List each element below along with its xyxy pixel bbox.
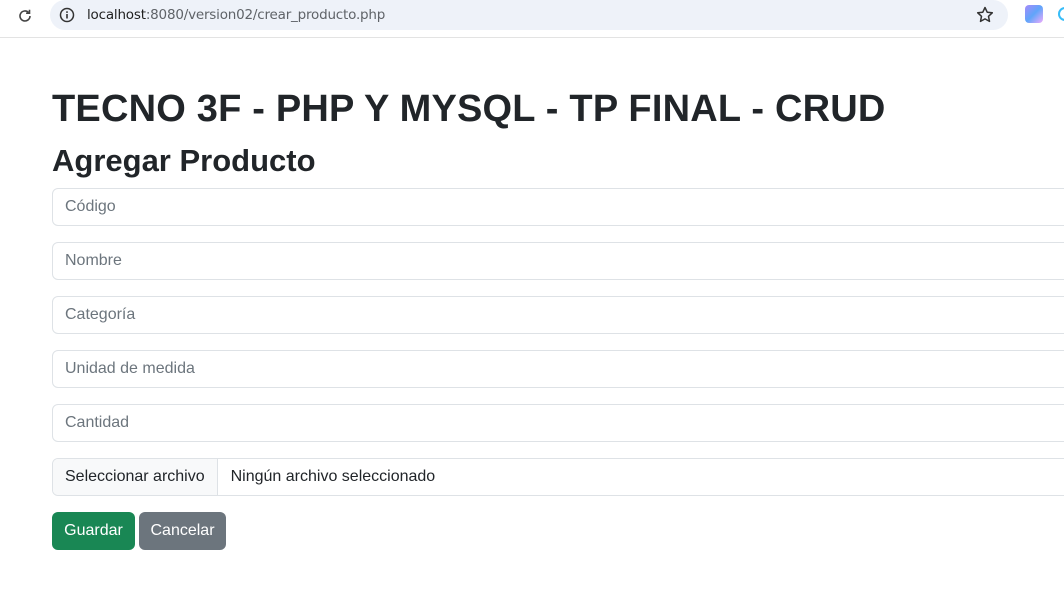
bookmark-star-icon[interactable] bbox=[975, 5, 995, 25]
file-input[interactable]: Seleccionar archivo Ningún archivo selec… bbox=[52, 458, 1064, 496]
reload-icon[interactable] bbox=[14, 5, 36, 27]
page-subtitle: Agregar Producto bbox=[52, 143, 316, 178]
unidad-field bbox=[52, 350, 1064, 388]
url-host: localhost bbox=[87, 7, 146, 23]
nombre-input[interactable] bbox=[53, 243, 1064, 279]
info-icon[interactable] bbox=[59, 7, 75, 23]
file-status: Ningún archivo seleccionado bbox=[230, 468, 436, 485]
categoria-input[interactable] bbox=[53, 297, 1064, 333]
nombre-field bbox=[52, 242, 1064, 280]
page-title: TECNO 3F - PHP Y MYSQL - TP FINAL - CRUD bbox=[52, 88, 886, 130]
cantidad-input[interactable] bbox=[53, 405, 1064, 441]
url-text: localhost:8080/version02/crear_producto.… bbox=[87, 7, 385, 23]
extension-icon-2[interactable] bbox=[1058, 7, 1064, 21]
codigo-field bbox=[52, 188, 1064, 226]
codigo-input[interactable] bbox=[53, 189, 1064, 225]
unidad-medida-input[interactable] bbox=[53, 351, 1064, 387]
browser-toolbar: localhost:8080/version02/crear_producto.… bbox=[0, 0, 1064, 38]
extension-icon[interactable] bbox=[1025, 5, 1043, 23]
url-path: :8080/version02/crear_producto.php bbox=[145, 7, 386, 23]
select-file-button[interactable]: Seleccionar archivo bbox=[53, 459, 218, 495]
cancel-button[interactable]: Cancelar bbox=[139, 512, 226, 550]
categoria-field bbox=[52, 296, 1064, 334]
save-button[interactable]: Guardar bbox=[52, 512, 135, 550]
cantidad-field bbox=[52, 404, 1064, 442]
address-bar[interactable]: localhost:8080/version02/crear_producto.… bbox=[50, 0, 1008, 30]
